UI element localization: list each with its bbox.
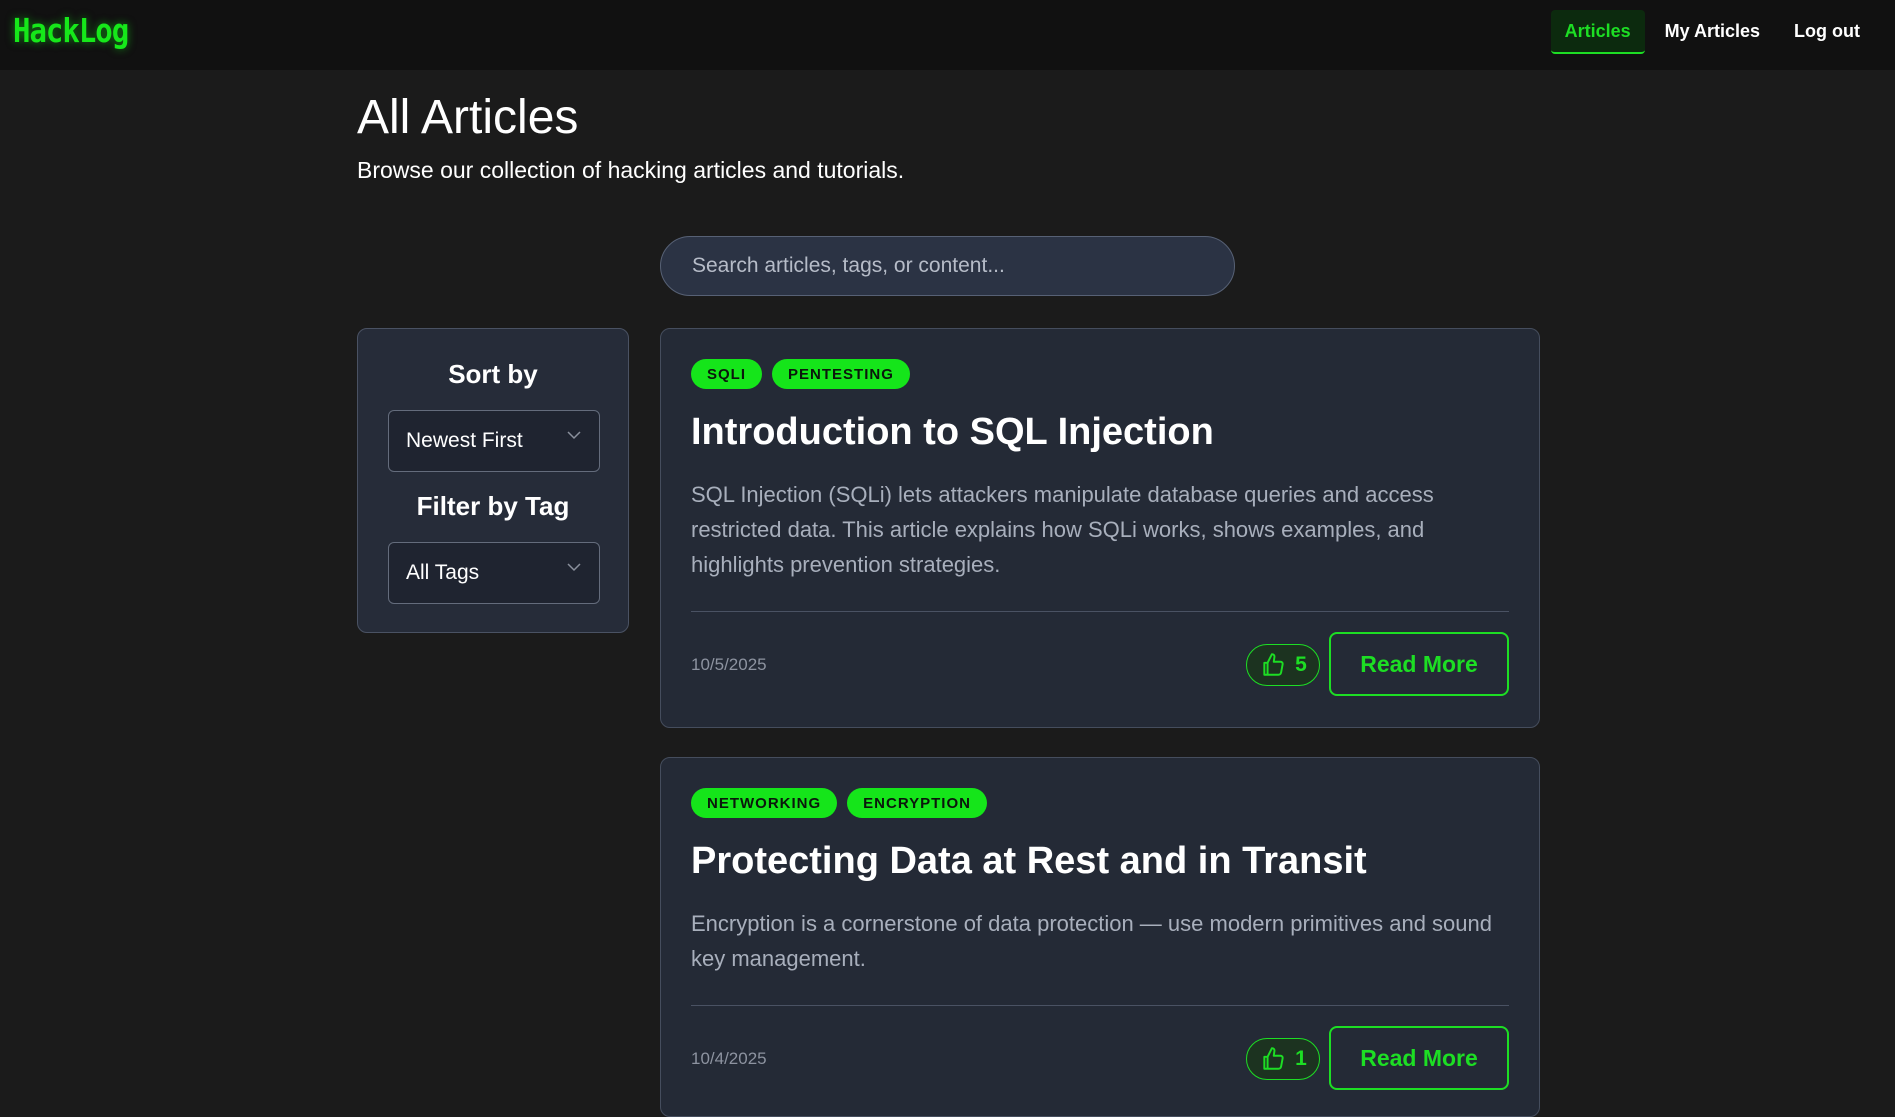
- article-title[interactable]: Protecting Data at Rest and in Transit: [691, 840, 1367, 883]
- search-input[interactable]: [660, 236, 1235, 296]
- chevron-down-icon: [567, 563, 581, 572]
- article-date: 10/4/2025: [691, 1049, 767, 1068]
- card-divider: [691, 611, 1509, 612]
- tag-list: SQLI PENTESTING: [691, 359, 910, 389]
- thumbs-up-icon: [1263, 653, 1284, 676]
- nav-articles-link[interactable]: Articles: [1550, 10, 1645, 54]
- top-navbar: HackLog Articles My Articles Log out: [0, 0, 1895, 70]
- nav-logout-link[interactable]: Log out: [1780, 10, 1874, 54]
- card-divider: [691, 1005, 1509, 1006]
- nav-my-articles-link[interactable]: My Articles: [1651, 10, 1774, 54]
- like-button[interactable]: 5: [1246, 644, 1320, 686]
- tag-badge[interactable]: PENTESTING: [772, 359, 910, 389]
- article-excerpt: SQL Injection (SQLi) lets attackers mani…: [691, 482, 1434, 577]
- like-button[interactable]: 1: [1246, 1038, 1320, 1080]
- tag-badge[interactable]: SQLI: [691, 359, 763, 389]
- article-excerpt: Encryption is a cornerstone of data prot…: [691, 911, 1492, 971]
- read-more-button[interactable]: Read More: [1329, 1026, 1509, 1090]
- main-nav: Articles My Articles Log out: [1550, 10, 1874, 54]
- tag-badge[interactable]: ENCRYPTION: [847, 788, 987, 818]
- article-title[interactable]: Introduction to SQL Injection: [691, 411, 1214, 454]
- sort-select[interactable]: Newest First: [388, 410, 600, 472]
- sort-heading: Sort by: [448, 359, 538, 389]
- article-card: SQLI PENTESTING Introduction to SQL Inje…: [660, 328, 1540, 728]
- article-date: 10/5/2025: [691, 655, 767, 674]
- thumbs-up-icon: [1263, 1047, 1284, 1070]
- page-subtitle: Browse our collection of hacking article…: [357, 157, 905, 183]
- like-count: 1: [1295, 1047, 1307, 1070]
- tag-filter-value: All Tags: [406, 561, 480, 584]
- page-title: All Articles: [357, 91, 579, 144]
- tag-list: NETWORKING ENCRYPTION: [691, 788, 987, 818]
- article-card: NETWORKING ENCRYPTION Protecting Data at…: [660, 757, 1540, 1117]
- read-more-button[interactable]: Read More: [1329, 632, 1509, 696]
- filter-panel: Sort by Newest First Filter by Tag All T…: [357, 328, 629, 633]
- chevron-down-icon: [567, 431, 581, 440]
- sort-select-value: Newest First: [406, 429, 523, 452]
- tag-filter-select[interactable]: All Tags: [388, 542, 600, 604]
- hacklog-logo[interactable]: HackLog: [13, 12, 129, 50]
- filter-heading: Filter by Tag: [416, 491, 570, 521]
- tag-badge[interactable]: NETWORKING: [691, 788, 838, 818]
- like-count: 5: [1295, 653, 1307, 676]
